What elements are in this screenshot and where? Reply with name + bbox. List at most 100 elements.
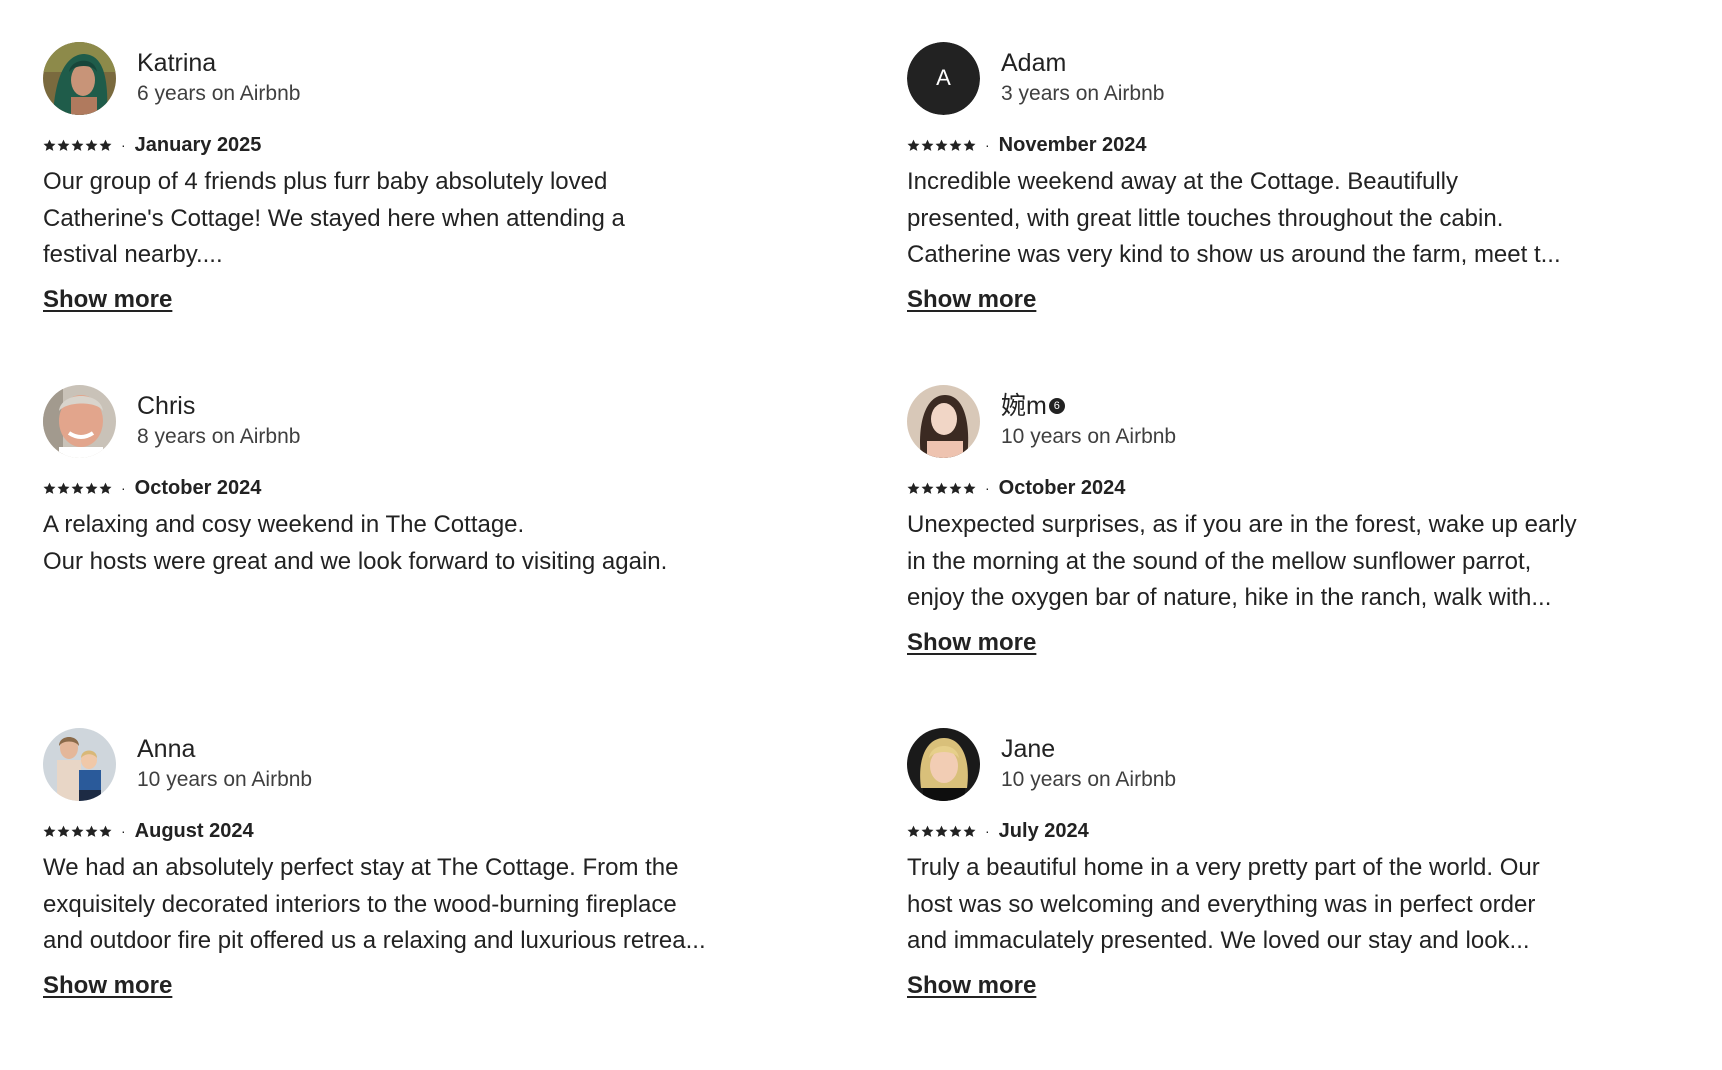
review-text: Our group of 4 friends plus furr baby ab… [43,164,743,274]
reviewer-name[interactable]: Jane [1001,734,1176,764]
review-text-line: presented, with great little touches thr… [907,204,1504,232]
review-meta: · January 2025 [43,132,743,158]
review-header: A Adam 3 years on Airbnb [907,41,1607,115]
avatar[interactable] [43,384,116,458]
review-header: Anna 10 years on Airbnb [43,727,743,801]
review-text-line: Our hosts were great and we look forward… [43,547,668,575]
review-date: October 2024 [134,476,262,499]
review-text-line: in the morning at the sound of the mello… [907,547,1532,575]
star-rating [43,482,112,495]
meta-separator: · [121,823,126,839]
reviewer-name[interactable]: Anna [137,734,312,764]
review-text-line: Truly a beautiful home in a very pretty … [907,854,1540,881]
review-text-line: Unexpected surprises, as if you are in t… [907,511,1577,538]
reviewer-name[interactable]: Adam [1001,48,1164,78]
avatar-photo-icon [43,727,116,801]
review-date: August 2024 [134,819,254,842]
review-text: Unexpected surprises, as if you are in t… [907,507,1607,617]
review-text-line: Catherine's Cottage! We stayed here when… [43,204,625,232]
star-icon [963,482,976,494]
meta-separator: · [121,480,126,496]
review-date: July 2024 [998,819,1089,842]
star-icon [43,482,56,494]
review-text: We had an absolutely perfect stay at The… [43,850,743,960]
review-date: January 2025 [134,133,262,156]
reviewer-name[interactable]: Chris [137,391,300,421]
star-icon [71,139,84,151]
star-rating [907,482,976,495]
show-more-link[interactable]: Show more [43,284,172,316]
star-icon [71,825,84,837]
review-meta: · August 2024 [43,818,743,844]
star-icon [43,825,56,837]
star-icon [57,825,70,837]
review-text-line: and outdoor fire pit offered us a relaxi… [43,927,706,954]
star-icon [907,482,920,494]
avatar-photo-icon [43,384,116,458]
meta-separator: · [985,137,990,153]
star-icon [85,482,98,494]
review-meta: · July 2024 [907,818,1607,844]
review-text-line: A relaxing and cosy weekend in The Cotta… [43,511,525,538]
reviewer-tenure: 3 years on Airbnb [1001,81,1165,105]
star-icon [949,139,962,151]
review-header: Jane 10 years on Airbnb [907,727,1607,801]
star-icon [949,482,962,494]
review-card: Chris 8 years on Airbnb · October 2024 A… [43,384,743,727]
show-more-link[interactable]: Show more [907,627,1036,659]
meta-separator: · [121,137,126,153]
review-header: Chris 8 years on Airbnb [43,384,743,458]
star-icon [57,139,70,151]
review-date: October 2024 [998,476,1126,499]
review-card: A Adam 3 years on Airbnb · November 2024… [907,41,1607,384]
star-icon [921,825,934,837]
review-text-line: host was so welcoming and everything was… [907,890,1536,918]
avatar[interactable] [43,41,116,115]
star-icon [935,139,948,151]
star-icon [963,825,976,837]
reviewer-tenure: 6 years on Airbnb [137,81,301,105]
review-text-line: We had an absolutely perfect stay at The… [43,854,679,881]
review-date: November 2024 [998,133,1147,156]
star-icon [921,482,934,494]
reviewer-name-text: Adam [1001,48,1067,77]
star-icon [949,825,962,837]
reviewer-info: Anna 10 years on Airbnb [137,734,312,795]
reviewer-name[interactable]: 婉m 6 [1001,391,1176,421]
reviewer-name-text: Jane [1001,734,1056,763]
review-card: Katrina 6 years on Airbnb · January 2025… [43,41,743,384]
show-more-link[interactable]: Show more [907,284,1036,316]
star-rating [43,825,112,838]
reviewer-tenure: 10 years on Airbnb [1001,424,1177,448]
star-icon [935,825,948,837]
star-icon [963,139,976,151]
review-meta: · October 2024 [43,475,743,501]
review-header: Katrina 6 years on Airbnb [43,41,743,115]
star-icon [57,482,70,494]
reviewer-info: Katrina 6 years on Airbnb [137,48,300,109]
avatar-photo-icon [43,41,116,115]
avatar-photo-icon [907,384,980,458]
show-more-link[interactable]: Show more [907,970,1036,1002]
review-text-line: Our group of 4 friends plus furr baby ab… [43,168,608,195]
avatar[interactable]: A [907,41,980,115]
reviewer-tenure: 10 years on Airbnb [137,767,313,791]
avatar[interactable] [43,727,116,801]
superhost-badge: 6 [1048,397,1065,414]
star-icon [71,482,84,494]
review-header: 婉m 6 10 years on Airbnb [907,384,1607,458]
reviewer-name[interactable]: Katrina [137,48,300,78]
review-text-line: Incredible weekend away at the Cottage. … [907,168,1459,195]
review-text: Incredible weekend away at the Cottage. … [907,164,1607,274]
show-more-link[interactable]: Show more [43,970,172,1002]
star-icon [99,482,112,494]
star-icon [99,825,112,837]
reviewer-tenure: 8 years on Airbnb [137,424,301,448]
review-card: Anna 10 years on Airbnb · August 2024 We… [43,727,743,1070]
avatar[interactable] [907,727,980,801]
avatar[interactable] [907,384,980,458]
reviewer-info: Jane 10 years on Airbnb [1001,734,1176,795]
star-rating [43,139,112,152]
review-text-line: festival nearby.... [43,241,223,268]
reviewer-info: Chris 8 years on Airbnb [137,391,300,452]
